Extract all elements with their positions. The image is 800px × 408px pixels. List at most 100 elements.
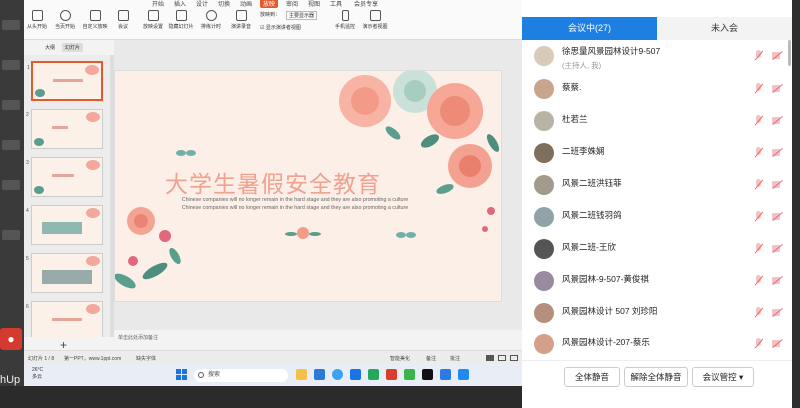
normal-view-icon[interactable] <box>486 355 494 361</box>
reading-view-icon[interactable] <box>510 355 518 361</box>
slide-count: 幻灯片 1 / 8 <box>28 356 55 362</box>
app-icon[interactable] <box>440 369 451 380</box>
avatar <box>534 143 554 163</box>
camera-off-icon[interactable] <box>772 147 784 157</box>
ribbon-tab[interactable]: 审阅 <box>286 0 298 8</box>
ribbon-tab[interactable]: 开始 <box>152 0 164 8</box>
tab-not-joined[interactable]: 未入会 <box>657 17 792 40</box>
notes-area[interactable]: 单击此处添加备注 <box>114 334 522 344</box>
slide-thumbnail[interactable]: 4 <box>26 205 103 245</box>
browser-icon[interactable] <box>332 369 343 380</box>
wps-window: 开始 插入 设计 切换 动画 放映 审阅 视图 工具 会员专享 从头开始 当页开… <box>24 0 522 364</box>
ribbon-tab[interactable]: 工具 <box>330 0 342 8</box>
custom-show-button[interactable]: 自定义放映 <box>82 10 108 30</box>
slide-thumbnail[interactable]: 2 <box>26 109 103 149</box>
ribbon-tab[interactable]: 插入 <box>174 0 186 8</box>
edge-icon[interactable] <box>314 369 325 380</box>
mic-muted-icon[interactable] <box>754 338 763 349</box>
camera-off-icon[interactable] <box>772 115 784 125</box>
meeting-app-icon[interactable] <box>458 369 469 380</box>
camera-off-icon[interactable] <box>772 50 784 60</box>
slide-title[interactable]: 大学生暑假安全教育 <box>165 165 381 199</box>
desktop-text: hUp <box>0 374 21 386</box>
rehearse-timing-button[interactable]: 排练计时 <box>198 10 224 30</box>
member-row[interactable]: 风景二班钱羽鸽 <box>522 201 792 233</box>
member-row[interactable]: 徐思量风景园林设计9-507 (主持人, 我) <box>522 40 792 72</box>
start-from-beginning-button[interactable]: 从头开始 <box>24 10 50 30</box>
file-explorer-icon[interactable] <box>296 369 307 380</box>
tab-slides[interactable]: 幻灯片 <box>62 43 84 52</box>
camera-off-icon[interactable] <box>772 83 784 93</box>
start-button[interactable] <box>176 369 188 381</box>
weather-widget[interactable]: 26°C 多云 <box>32 367 43 381</box>
hide-slide-button[interactable]: 隐藏幻灯片 <box>168 10 194 30</box>
ribbon-tab[interactable]: 设计 <box>196 0 208 8</box>
smart-beautify-button[interactable]: 智能美化 <box>390 355 410 362</box>
member-row[interactable]: 风景园林设计-207-蔡乐 <box>522 328 792 360</box>
ribbon-tab[interactable]: 视图 <box>308 0 320 8</box>
camera-off-icon[interactable] <box>772 211 784 221</box>
mic-muted-icon[interactable] <box>754 275 763 286</box>
tab-outline[interactable]: 大纲 <box>42 43 58 52</box>
monitor-select[interactable]: 主要显示器 <box>286 11 318 20</box>
tab-in-meeting[interactable]: 会议中(27) <box>522 17 657 40</box>
meeting-button[interactable]: 会议 <box>110 10 136 30</box>
app-icon[interactable] <box>350 369 361 380</box>
presenter-view-checkbox[interactable]: ☑ 显示演讲者视图 <box>260 24 301 31</box>
tiktok-icon[interactable] <box>422 369 433 380</box>
camera-off-icon[interactable] <box>772 307 784 317</box>
mic-muted-icon[interactable] <box>754 179 763 190</box>
member-row[interactable]: 风景园林-9-507-黄俊祺 <box>522 265 792 297</box>
presenter-view-button[interactable]: 演示者视图 <box>362 10 388 30</box>
member-row[interactable]: 风景二班-王欣 <box>522 233 792 265</box>
mic-muted-icon[interactable] <box>754 147 763 158</box>
start-from-current-button[interactable]: 当页开始 <box>52 10 78 30</box>
mic-muted-icon[interactable] <box>754 83 763 94</box>
slide-thumbnail[interactable]: 6 <box>26 301 103 337</box>
camera-off-icon[interactable] <box>772 179 784 189</box>
mute-all-button[interactable]: 全体静音 <box>564 367 620 387</box>
ribbon-tab-active[interactable]: 放映 <box>260 0 279 8</box>
camera-off-icon[interactable] <box>772 338 784 348</box>
slide-thumbnail[interactable]: 1 <box>27 61 103 101</box>
taskbar-search[interactable]: 搜索 <box>194 369 288 382</box>
slide-body-text[interactable]: Chinese companies will no longer remain … <box>175 197 415 212</box>
avatar <box>534 334 554 354</box>
camera-off-icon[interactable] <box>772 243 784 253</box>
comments-toggle[interactable]: 批注 <box>450 355 460 362</box>
mic-muted-icon[interactable] <box>754 211 763 222</box>
wps-icon[interactable] <box>386 369 397 380</box>
wechat-icon[interactable] <box>404 369 415 380</box>
ribbon-tab[interactable]: 切换 <box>218 0 230 8</box>
desktop-icon <box>2 60 20 70</box>
panel-tabs: 大纲 幻灯片 <box>24 40 114 54</box>
slide-thumbnail[interactable]: 3 <box>26 157 103 197</box>
missing-font[interactable]: 缺失字体 <box>136 355 156 362</box>
member-row[interactable]: 杜若兰 <box>522 105 792 137</box>
slide-thumbnail[interactable]: 5 <box>26 253 103 293</box>
meeting-control-dropdown[interactable]: 会议管控 ▾ <box>692 367 754 387</box>
record-narration-button[interactable]: 演讲录音 <box>228 10 254 30</box>
ribbon-tab[interactable]: 会员专享 <box>354 0 378 8</box>
grid-view-icon[interactable] <box>498 355 506 361</box>
avatar <box>534 175 554 195</box>
mic-muted-icon[interactable] <box>754 307 763 318</box>
mic-muted-icon[interactable] <box>754 115 763 126</box>
notes-toggle[interactable]: 备注 <box>426 355 436 362</box>
unmute-all-button[interactable]: 解除全体静音 <box>624 367 688 387</box>
member-row[interactable]: 风景园林设计 507 刘珍阳 <box>522 297 792 329</box>
phone-remote-button[interactable]: 手机遥控 <box>332 10 358 30</box>
member-name: 风景二班洪钰菲 <box>562 178 622 188</box>
slideshow-settings-button[interactable]: 放映设置 <box>140 10 166 30</box>
search-icon <box>198 372 204 378</box>
slide[interactable]: 大学生暑假安全教育 Chinese companies will no long… <box>114 70 502 302</box>
member-row[interactable]: 二班李姝娴 <box>522 137 792 169</box>
ribbon-tab[interactable]: 动画 <box>240 0 252 8</box>
app-icon[interactable] <box>368 369 379 380</box>
mic-muted-icon[interactable] <box>754 50 763 61</box>
mic-muted-icon[interactable] <box>754 243 763 254</box>
app-icon[interactable]: ● <box>0 328 22 350</box>
camera-off-icon[interactable] <box>772 275 784 285</box>
member-row[interactable]: 蔡蔡. <box>522 73 792 105</box>
member-row[interactable]: 风景二班洪钰菲 <box>522 169 792 201</box>
